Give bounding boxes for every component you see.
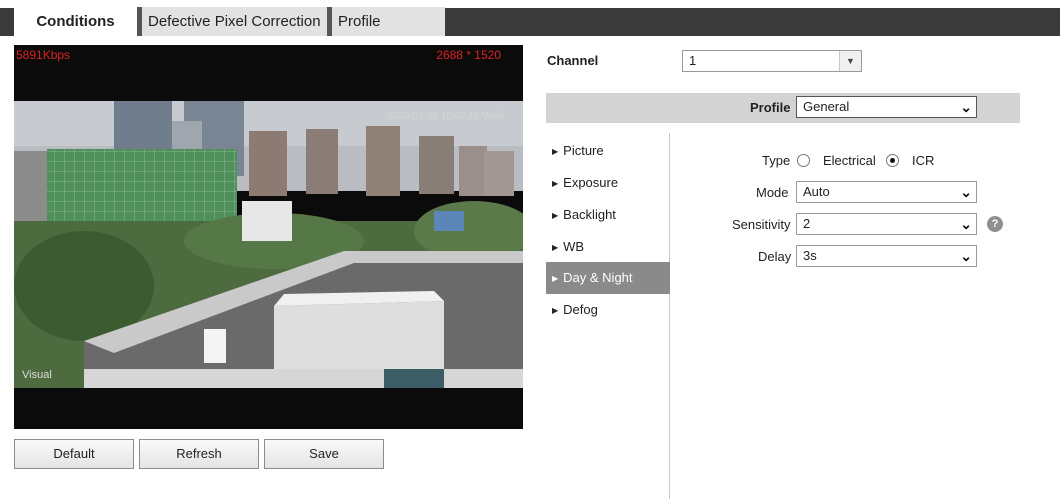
sidebar-item-label: Exposure (563, 175, 619, 190)
mode-value: Auto (803, 184, 830, 199)
profile-select[interactable]: General ⌄ (796, 96, 977, 118)
chevron-down-icon: ⌄ (960, 216, 972, 232)
sidebar-item-defog[interactable]: ▶ Defog (546, 294, 670, 326)
tab-defective-pixel-correction[interactable]: Defective Pixel Correction (137, 7, 327, 36)
sidebar-item-label: WB (563, 239, 585, 254)
caret-right-icon: ▶ (552, 243, 559, 252)
chevron-down-icon: ⌄ (960, 184, 972, 200)
refresh-button[interactable]: Refresh (139, 439, 259, 469)
sidebar-item-wb[interactable]: ▶ WB (546, 231, 670, 263)
type-electrical-label: Electrical (823, 153, 876, 168)
tab-profile-management[interactable]: Profile Management (327, 7, 445, 59)
chevron-down-icon: ⌄ (960, 99, 972, 115)
sidebar-item-exposure[interactable]: ▶ Exposure (546, 167, 670, 199)
resolution-readout: 2688 * 1520 (436, 48, 501, 62)
type-icr-label: ICR (912, 153, 935, 168)
bitrate-readout: 5891Kbps (16, 48, 71, 62)
caret-right-icon: ▶ (552, 179, 559, 188)
sidebar-item-label: Backlight (563, 207, 616, 222)
tab-bar: Conditions Defective Pixel Correction Pr… (0, 0, 1060, 59)
type-icr-radio[interactable] (886, 154, 899, 167)
save-button[interactable]: Save (264, 439, 384, 469)
channel-select[interactable]: 1 ▼ (682, 50, 862, 72)
sidebar-item-backlight[interactable]: ▶ Backlight (546, 199, 670, 231)
caret-right-icon: ▶ (552, 274, 559, 283)
sidebar-item-label: Day & Night (563, 270, 633, 285)
delay-value: 3s (803, 248, 817, 263)
caret-right-icon: ▶ (552, 147, 559, 156)
sidebar-item-picture[interactable]: ▶ Picture (546, 135, 670, 167)
help-icon[interactable]: ? (987, 216, 1003, 232)
mode-select[interactable]: Auto ⌄ (796, 181, 977, 203)
mode-label: Mode (756, 185, 789, 200)
sidebar-item-label: Picture (563, 143, 604, 158)
dropdown-arrow-icon[interactable]: ▼ (839, 51, 861, 71)
osd-timestamp: 2020-01-08 10:07:18 Wed (386, 111, 503, 122)
profile-label: Profile (750, 100, 791, 115)
tab-conditions[interactable]: Conditions (14, 7, 137, 36)
sensitivity-label: Sensitivity (732, 217, 791, 232)
profile-value: General (803, 99, 850, 114)
live-video-preview[interactable]: 5891Kbps 2688 * 1520 2020-01-08 10:07:18… (14, 45, 523, 429)
osd-visual-label: Visual (22, 369, 52, 381)
camera-scene-image (14, 101, 523, 388)
delay-select[interactable]: 3s ⌄ (796, 245, 977, 267)
chevron-down-icon: ⌄ (960, 248, 972, 264)
type-electrical-radio[interactable] (797, 154, 810, 167)
delay-label: Delay (758, 249, 792, 264)
caret-right-icon: ▶ (552, 211, 559, 220)
channel-value: 1 (689, 53, 697, 68)
channel-label: Channel (547, 53, 599, 68)
caret-right-icon: ▶ (552, 306, 559, 315)
type-label: Type (762, 153, 791, 168)
sensitivity-value: 2 (803, 216, 811, 231)
sidebar-item-label: Defog (563, 302, 598, 317)
sidebar-item-day-night[interactable]: ▶ Day & Night (546, 262, 670, 294)
sensitivity-select[interactable]: 2 ⌄ (796, 213, 977, 235)
default-button[interactable]: Default (14, 439, 134, 469)
